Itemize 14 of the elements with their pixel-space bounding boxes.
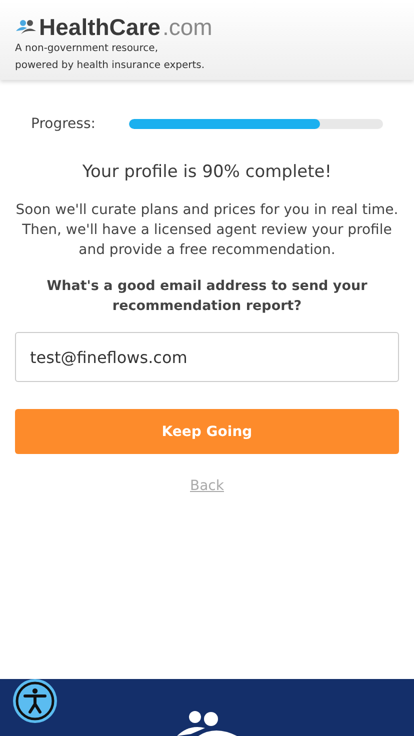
brand-name: HealthCare [39, 14, 160, 40]
brand-suffix: .com [162, 14, 212, 40]
keep-going-button[interactable]: Keep Going [15, 409, 399, 454]
tagline: powered by health insurance experts. [15, 59, 206, 73]
people-logo-icon [175, 710, 239, 736]
email-field[interactable]: test@fineflows.com [15, 332, 399, 382]
accessibility-icon[interactable] [12, 679, 58, 724]
intro-text: Soon we'll curate plans and prices for you in real time. Then, we'll have a licensed agent review your profile and provide a free recommendation. [15, 201, 399, 260]
back-link[interactable]: Back [190, 478, 224, 494]
heading: Your profile is 90% complete! [82, 162, 332, 182]
people-logo-icon [15, 19, 37, 35]
tagline: A non-government resource, [15, 42, 159, 56]
question-text: What's a good email address to send your recommendation report? [46, 277, 368, 316]
progress-label: Progress: [31, 116, 96, 132]
